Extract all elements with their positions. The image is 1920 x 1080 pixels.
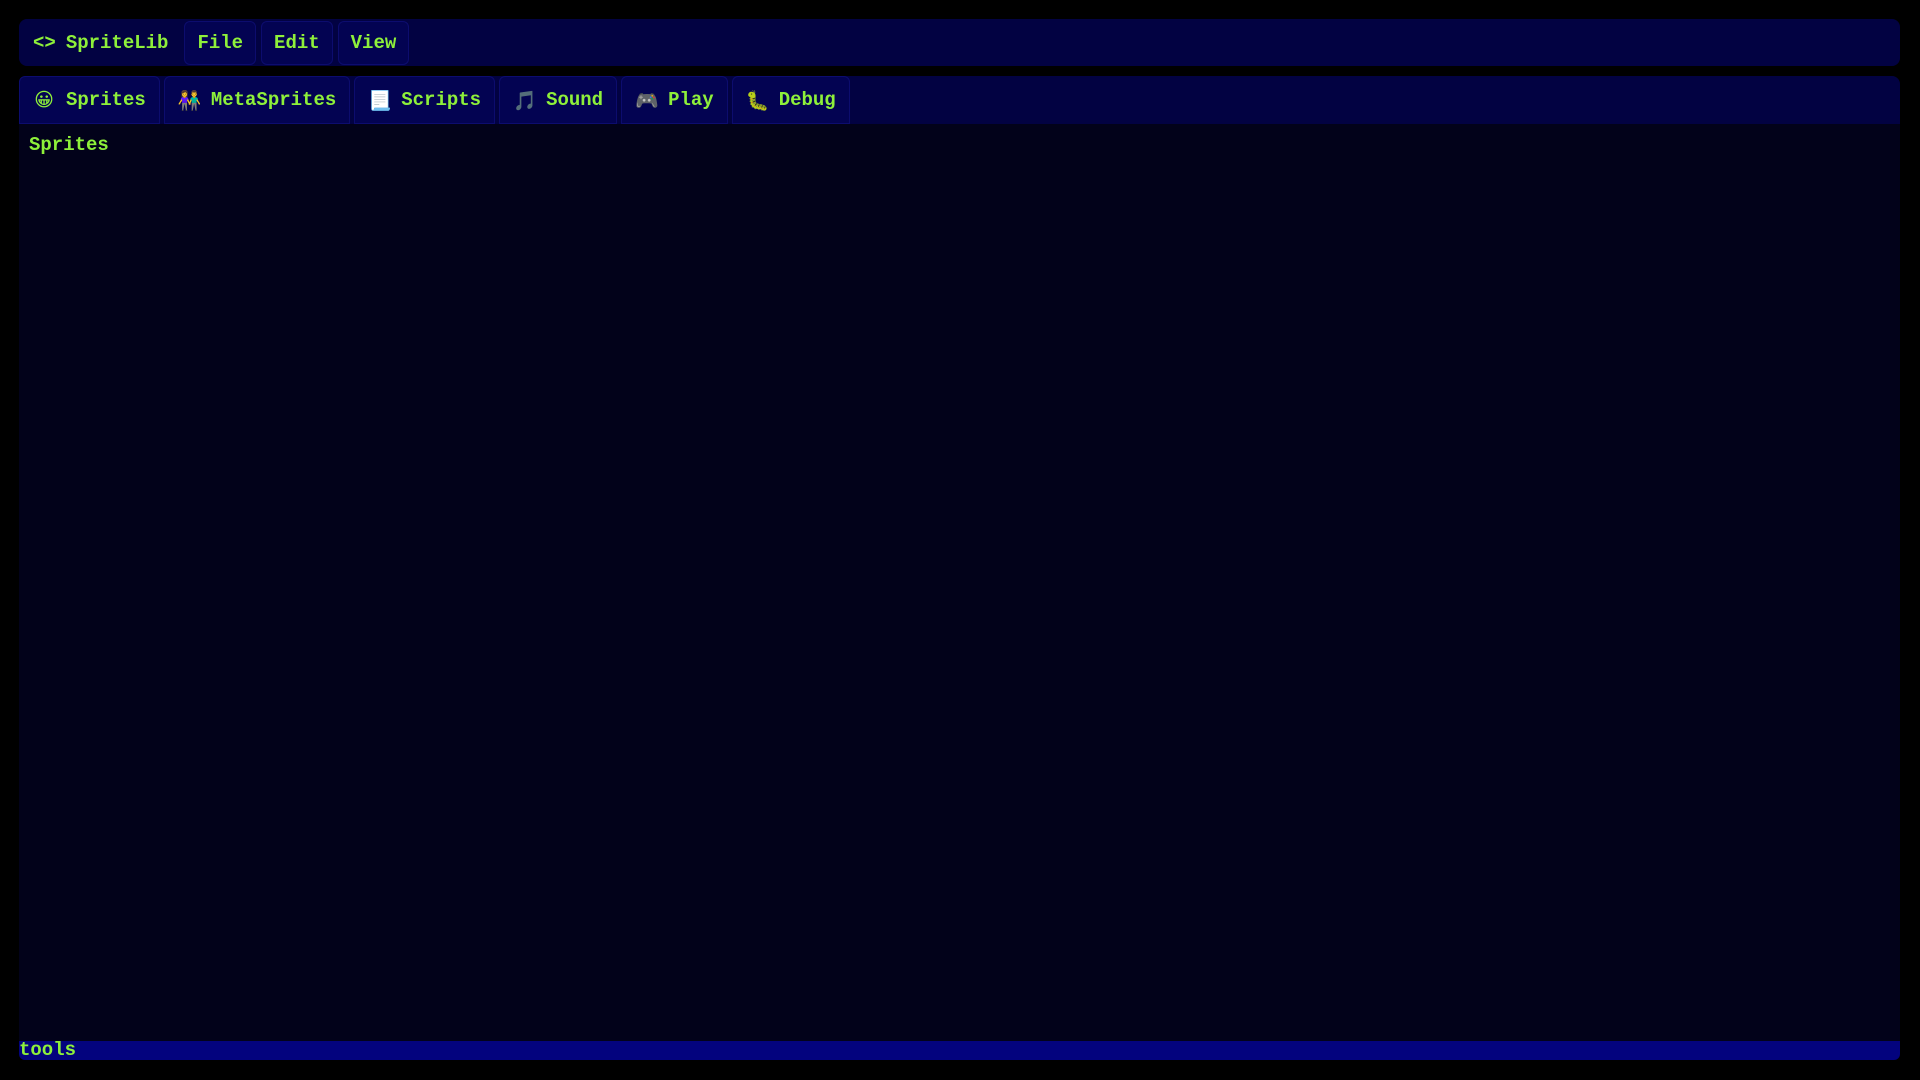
tab-label: Sprites bbox=[66, 89, 146, 111]
document-icon: 📃 bbox=[368, 89, 392, 112]
gamepad-icon: 🎮 bbox=[635, 89, 659, 112]
tab-bar: 😀 Sprites 👫 MetaSprites 📃 Scripts 🎵 Soun… bbox=[19, 76, 1900, 124]
tab-label: Scripts bbox=[401, 89, 482, 111]
file-menu-button[interactable]: File bbox=[184, 20, 257, 65]
music-note-icon: 🎵 bbox=[513, 89, 537, 112]
tab-label: Sound bbox=[546, 89, 604, 111]
code-icon: <> bbox=[33, 31, 56, 54]
content-panel: Sprites bbox=[19, 124, 1900, 1041]
edit-menu-button[interactable]: Edit bbox=[261, 20, 333, 65]
tab-debug[interactable]: 🐛 Debug bbox=[731, 76, 850, 124]
panel-heading: Sprites bbox=[29, 134, 109, 156]
smiley-face-icon: 😀 bbox=[34, 89, 54, 111]
tab-metasprites[interactable]: 👫 MetaSprites bbox=[163, 76, 351, 124]
tab-label: Debug bbox=[778, 89, 836, 111]
bug-icon: 🐛 bbox=[745, 89, 770, 112]
status-bar: tools bbox=[19, 1041, 1900, 1060]
people-icon: 👫 bbox=[177, 89, 202, 112]
status-text: tools bbox=[19, 1039, 77, 1061]
tab-label: MetaSprites bbox=[210, 89, 337, 111]
tab-label: Play bbox=[668, 89, 714, 111]
view-menu-button[interactable]: View bbox=[337, 20, 410, 65]
app-title: <> SpriteLib bbox=[19, 19, 182, 66]
app-name: SpriteLib bbox=[65, 31, 169, 54]
tab-play[interactable]: 🎮 Play bbox=[621, 76, 728, 124]
tab-scripts[interactable]: 📃 Scripts bbox=[354, 76, 496, 124]
tab-sprites[interactable]: 😀 Sprites bbox=[19, 76, 160, 124]
menu-bar: <> SpriteLib File Edit View bbox=[19, 19, 1900, 66]
tab-sound[interactable]: 🎵 Sound bbox=[499, 76, 618, 124]
